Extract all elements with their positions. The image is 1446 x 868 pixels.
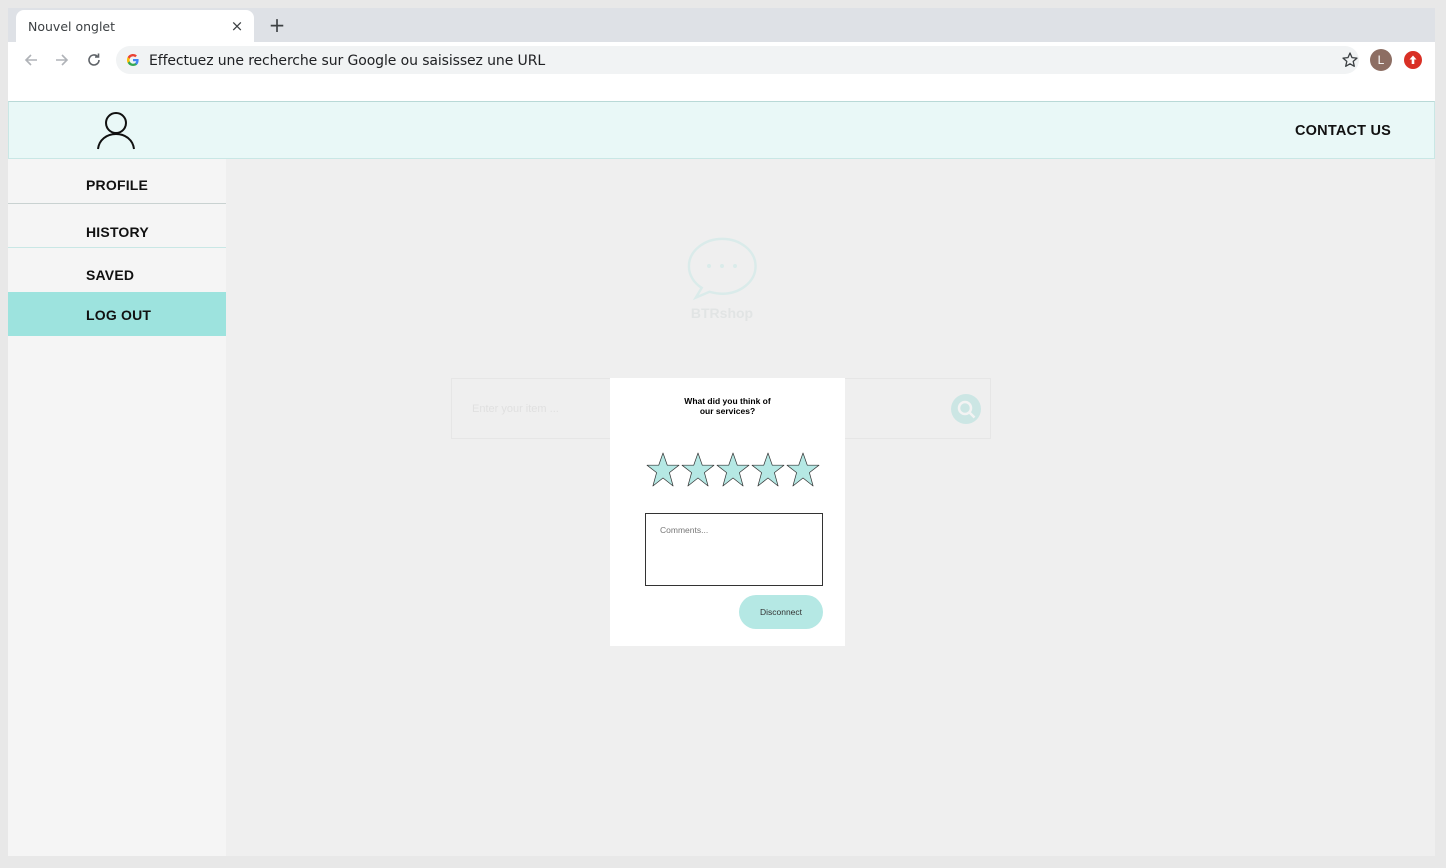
sidebar-item-label: HISTORY: [86, 224, 149, 240]
star-rating[interactable]: [646, 452, 820, 490]
brand-logo: BTRshop: [684, 237, 760, 331]
star-icon[interactable]: [716, 452, 750, 488]
profile-avatar[interactable]: L: [1370, 49, 1392, 71]
new-tab-button[interactable]: +: [266, 14, 288, 36]
contact-us-link[interactable]: CONTACT US: [1295, 123, 1391, 139]
star-icon[interactable]: [646, 452, 680, 488]
disconnect-button[interactable]: Disconnect: [739, 595, 823, 629]
reload-icon[interactable]: [84, 50, 104, 70]
brand-name: BTRshop: [690, 305, 754, 321]
sidebar-item-saved[interactable]: SAVED: [8, 248, 226, 292]
update-icon[interactable]: [1404, 51, 1422, 69]
google-icon: [127, 54, 139, 66]
browser-tab[interactable]: Nouvel onglet ×: [16, 10, 254, 42]
back-arrow-icon[interactable]: [21, 50, 41, 70]
sidebar-item-logout[interactable]: LOG OUT: [8, 292, 226, 336]
chat-bubble-icon: [687, 237, 757, 301]
star-icon[interactable]: [786, 452, 820, 488]
page-content: CONTACT US PROFILE HISTORY SAVED LOG OUT: [8, 101, 1435, 856]
address-bar[interactable]: Effectuez une recherche sur Google ou sa…: [116, 46, 1359, 74]
tab-close-icon[interactable]: ×: [228, 17, 246, 35]
tab-strip: Nouvel onglet × +: [8, 8, 1435, 42]
sidebar-item-label: SAVED: [86, 267, 135, 283]
forward-arrow-icon[interactable]: [52, 50, 72, 70]
sidebar-item-history[interactable]: HISTORY: [8, 204, 226, 248]
sidebar-item-label: PROFILE: [86, 177, 149, 193]
star-icon[interactable]: [751, 452, 785, 488]
browser-toolbar: Effectuez une recherche sur Google ou sa…: [8, 42, 1435, 78]
comments-placeholder: Comments...: [660, 525, 709, 535]
sidebar-item-label: LOG OUT: [86, 307, 152, 323]
bookmark-star-icon[interactable]: [1341, 51, 1359, 69]
address-bar-text: Effectuez une recherche sur Google ou sa…: [149, 53, 546, 69]
comments-field[interactable]: Comments...: [645, 513, 823, 586]
feedback-modal: What did you think of our services? Comm…: [610, 378, 845, 646]
tab-title: Nouvel onglet: [28, 19, 116, 34]
sidebar: PROFILE HISTORY SAVED LOG OUT: [8, 159, 226, 856]
search-placeholder: Enter your item ...: [472, 403, 559, 415]
modal-question-line2: our services?: [699, 406, 756, 416]
search-icon[interactable]: [950, 393, 982, 425]
site-header: CONTACT US: [8, 101, 1435, 159]
sidebar-item-profile[interactable]: PROFILE: [8, 159, 226, 204]
star-icon[interactable]: [681, 452, 715, 488]
browser-window: Nouvel onglet × + Effectuez une recherch…: [8, 8, 1435, 856]
user-icon[interactable]: [95, 109, 137, 151]
modal-question-line1: What did you think of: [684, 396, 771, 406]
